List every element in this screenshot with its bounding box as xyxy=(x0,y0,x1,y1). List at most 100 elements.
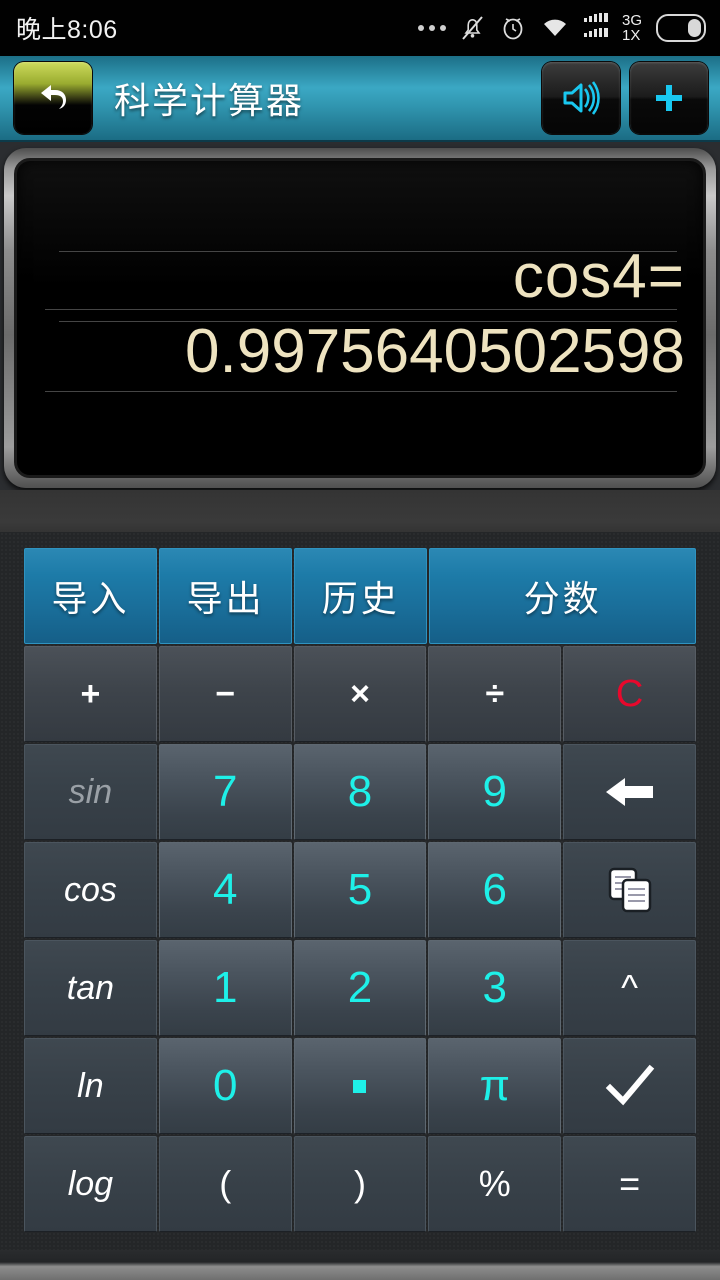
status-clock: 晚上8:06 xyxy=(16,16,118,44)
power-key[interactable]: ^ xyxy=(563,940,696,1036)
speaker-icon xyxy=(563,81,600,115)
ln-key[interactable]: ln xyxy=(24,1038,157,1134)
history-button[interactable]: 历史 xyxy=(294,548,428,644)
status-icons: 3G 1X xyxy=(417,12,706,44)
keypad-row: tan 1 2 3 ^ xyxy=(24,940,696,1036)
digit-1-key[interactable]: 1 xyxy=(158,940,292,1036)
lcd-screen[interactable]: cos4= 0.9975640502598 xyxy=(14,158,706,478)
equals-key[interactable]: = xyxy=(563,1136,696,1232)
fraction-button[interactable]: 分数 xyxy=(429,548,696,644)
sqrt-confirm-key[interactable] xyxy=(563,1038,696,1134)
fraction-button-label: 分数 xyxy=(523,578,602,619)
back-arrow-icon xyxy=(41,85,66,109)
speaker-button[interactable] xyxy=(542,62,620,134)
network-type-secondary: 1X xyxy=(621,27,641,44)
clear-key-label: C xyxy=(615,672,644,715)
digit-0-key[interactable]: 0 xyxy=(158,1038,292,1134)
left-paren-key-label: ( xyxy=(219,1163,232,1204)
digit-0-key-label: 0 xyxy=(212,1061,238,1110)
calculator-app: 晚上8:06 3G 1X 科学计算器 cos4= 0.9975640502598… xyxy=(0,0,720,1280)
page-title: 科学计算器 xyxy=(114,80,305,121)
import-button[interactable]: 导入 xyxy=(24,548,158,644)
digit-7-key[interactable]: 7 xyxy=(158,744,292,840)
percent-key-label: % xyxy=(478,1163,511,1204)
import-button-label: 导入 xyxy=(51,578,130,619)
digit-9-key-label: 9 xyxy=(482,767,508,816)
keypad-row: cos 4 5 6 xyxy=(24,842,696,938)
equals-key-label: = xyxy=(619,1163,641,1204)
digit-5-key[interactable]: 5 xyxy=(293,842,427,938)
right-paren-key-label: ) xyxy=(353,1163,366,1204)
result-text: 0.9975640502598 xyxy=(185,317,685,386)
sin-key-label: sin xyxy=(68,772,113,811)
decimal-dot-icon xyxy=(353,1079,367,1093)
title-bar: 科学计算器 xyxy=(0,56,720,142)
right-paren-key[interactable]: ) xyxy=(293,1136,427,1232)
plus-icon xyxy=(656,85,682,111)
backspace-arrow-icon xyxy=(603,772,657,812)
left-paren-key[interactable]: ( xyxy=(158,1136,292,1232)
power-key-label: ^ xyxy=(621,967,639,1008)
backspace-key[interactable] xyxy=(563,744,696,840)
decimal-point-key[interactable] xyxy=(293,1038,427,1134)
bottom-bar xyxy=(0,1250,720,1280)
check-mark-icon xyxy=(605,1064,655,1108)
sin-key[interactable]: sin xyxy=(24,744,157,840)
wifi-icon xyxy=(543,19,566,36)
more-dots-icon xyxy=(417,25,446,31)
minus-key[interactable]: − xyxy=(158,646,292,742)
expression-text: cos4= xyxy=(512,242,685,311)
signal-bars-icon: 3G 1X xyxy=(583,12,642,44)
cos-key[interactable]: cos xyxy=(24,842,157,938)
keypad-row: + − × ÷ C xyxy=(24,646,696,742)
copy-documents-icon xyxy=(604,864,656,916)
multiply-key[interactable]: × xyxy=(293,646,427,742)
plus-key[interactable]: + xyxy=(24,646,157,742)
keypad-row: 导入 导出 历史 分数 xyxy=(24,548,696,644)
titlebar-actions xyxy=(542,62,708,134)
plus-key-label: + xyxy=(80,674,101,713)
add-button[interactable] xyxy=(630,62,708,134)
tan-key-label: tan xyxy=(66,968,115,1007)
digit-3-key-label: 3 xyxy=(482,963,508,1012)
status-bar: 晚上8:06 3G 1X xyxy=(0,0,720,56)
pi-key-label: π xyxy=(479,1061,510,1110)
export-button[interactable]: 导出 xyxy=(159,548,293,644)
digit-4-key[interactable]: 4 xyxy=(158,842,292,938)
digit-2-key-label: 2 xyxy=(347,963,373,1012)
history-button-label: 历史 xyxy=(321,578,400,619)
copy-key[interactable] xyxy=(563,842,696,938)
divide-key-label: ÷ xyxy=(485,674,505,713)
digit-8-key[interactable]: 8 xyxy=(293,744,427,840)
display-bezel: cos4= 0.9975640502598 xyxy=(4,148,716,488)
keypad-row: log ()% = xyxy=(24,1136,696,1232)
keypad-row: ln 0 π xyxy=(24,1038,696,1134)
network-type-primary: 3G xyxy=(621,12,642,29)
lcd-rule xyxy=(45,391,677,392)
export-button-label: 导出 xyxy=(186,578,265,619)
pi-key[interactable]: π xyxy=(428,1038,562,1134)
digit-4-key-label: 4 xyxy=(212,865,238,914)
clear-key[interactable]: C xyxy=(563,646,696,742)
digit-6-key[interactable]: 6 xyxy=(428,842,562,938)
digit-6-key-label: 6 xyxy=(482,865,508,914)
digit-7-key-label: 7 xyxy=(212,767,238,816)
battery-icon xyxy=(656,14,706,42)
keypad: 导入 导出 历史 分数 + − × ÷ Csin 7 8 9 cos 4 5 6 tan 1 2 3 ^ ln 0 π log (… xyxy=(0,532,720,1250)
digit-8-key-label: 8 xyxy=(347,767,373,816)
log-key[interactable]: log xyxy=(24,1136,157,1232)
divide-key[interactable]: ÷ xyxy=(428,646,562,742)
digit-3-key[interactable]: 3 xyxy=(428,940,562,1036)
percent-key[interactable]: % xyxy=(428,1136,562,1232)
multiply-key-label: × xyxy=(350,674,370,713)
back-button[interactable] xyxy=(14,62,92,134)
alarm-clock-icon xyxy=(503,18,523,40)
tan-key[interactable]: tan xyxy=(24,940,157,1036)
cos-key-label: cos xyxy=(63,870,117,909)
digit-2-key[interactable]: 2 xyxy=(293,940,427,1036)
ln-key-label: ln xyxy=(77,1066,104,1105)
mute-bell-icon xyxy=(462,16,483,40)
digit-5-key-label: 5 xyxy=(347,865,373,914)
keypad-row: sin 7 8 9 xyxy=(24,744,696,840)
digit-9-key[interactable]: 9 xyxy=(428,744,562,840)
